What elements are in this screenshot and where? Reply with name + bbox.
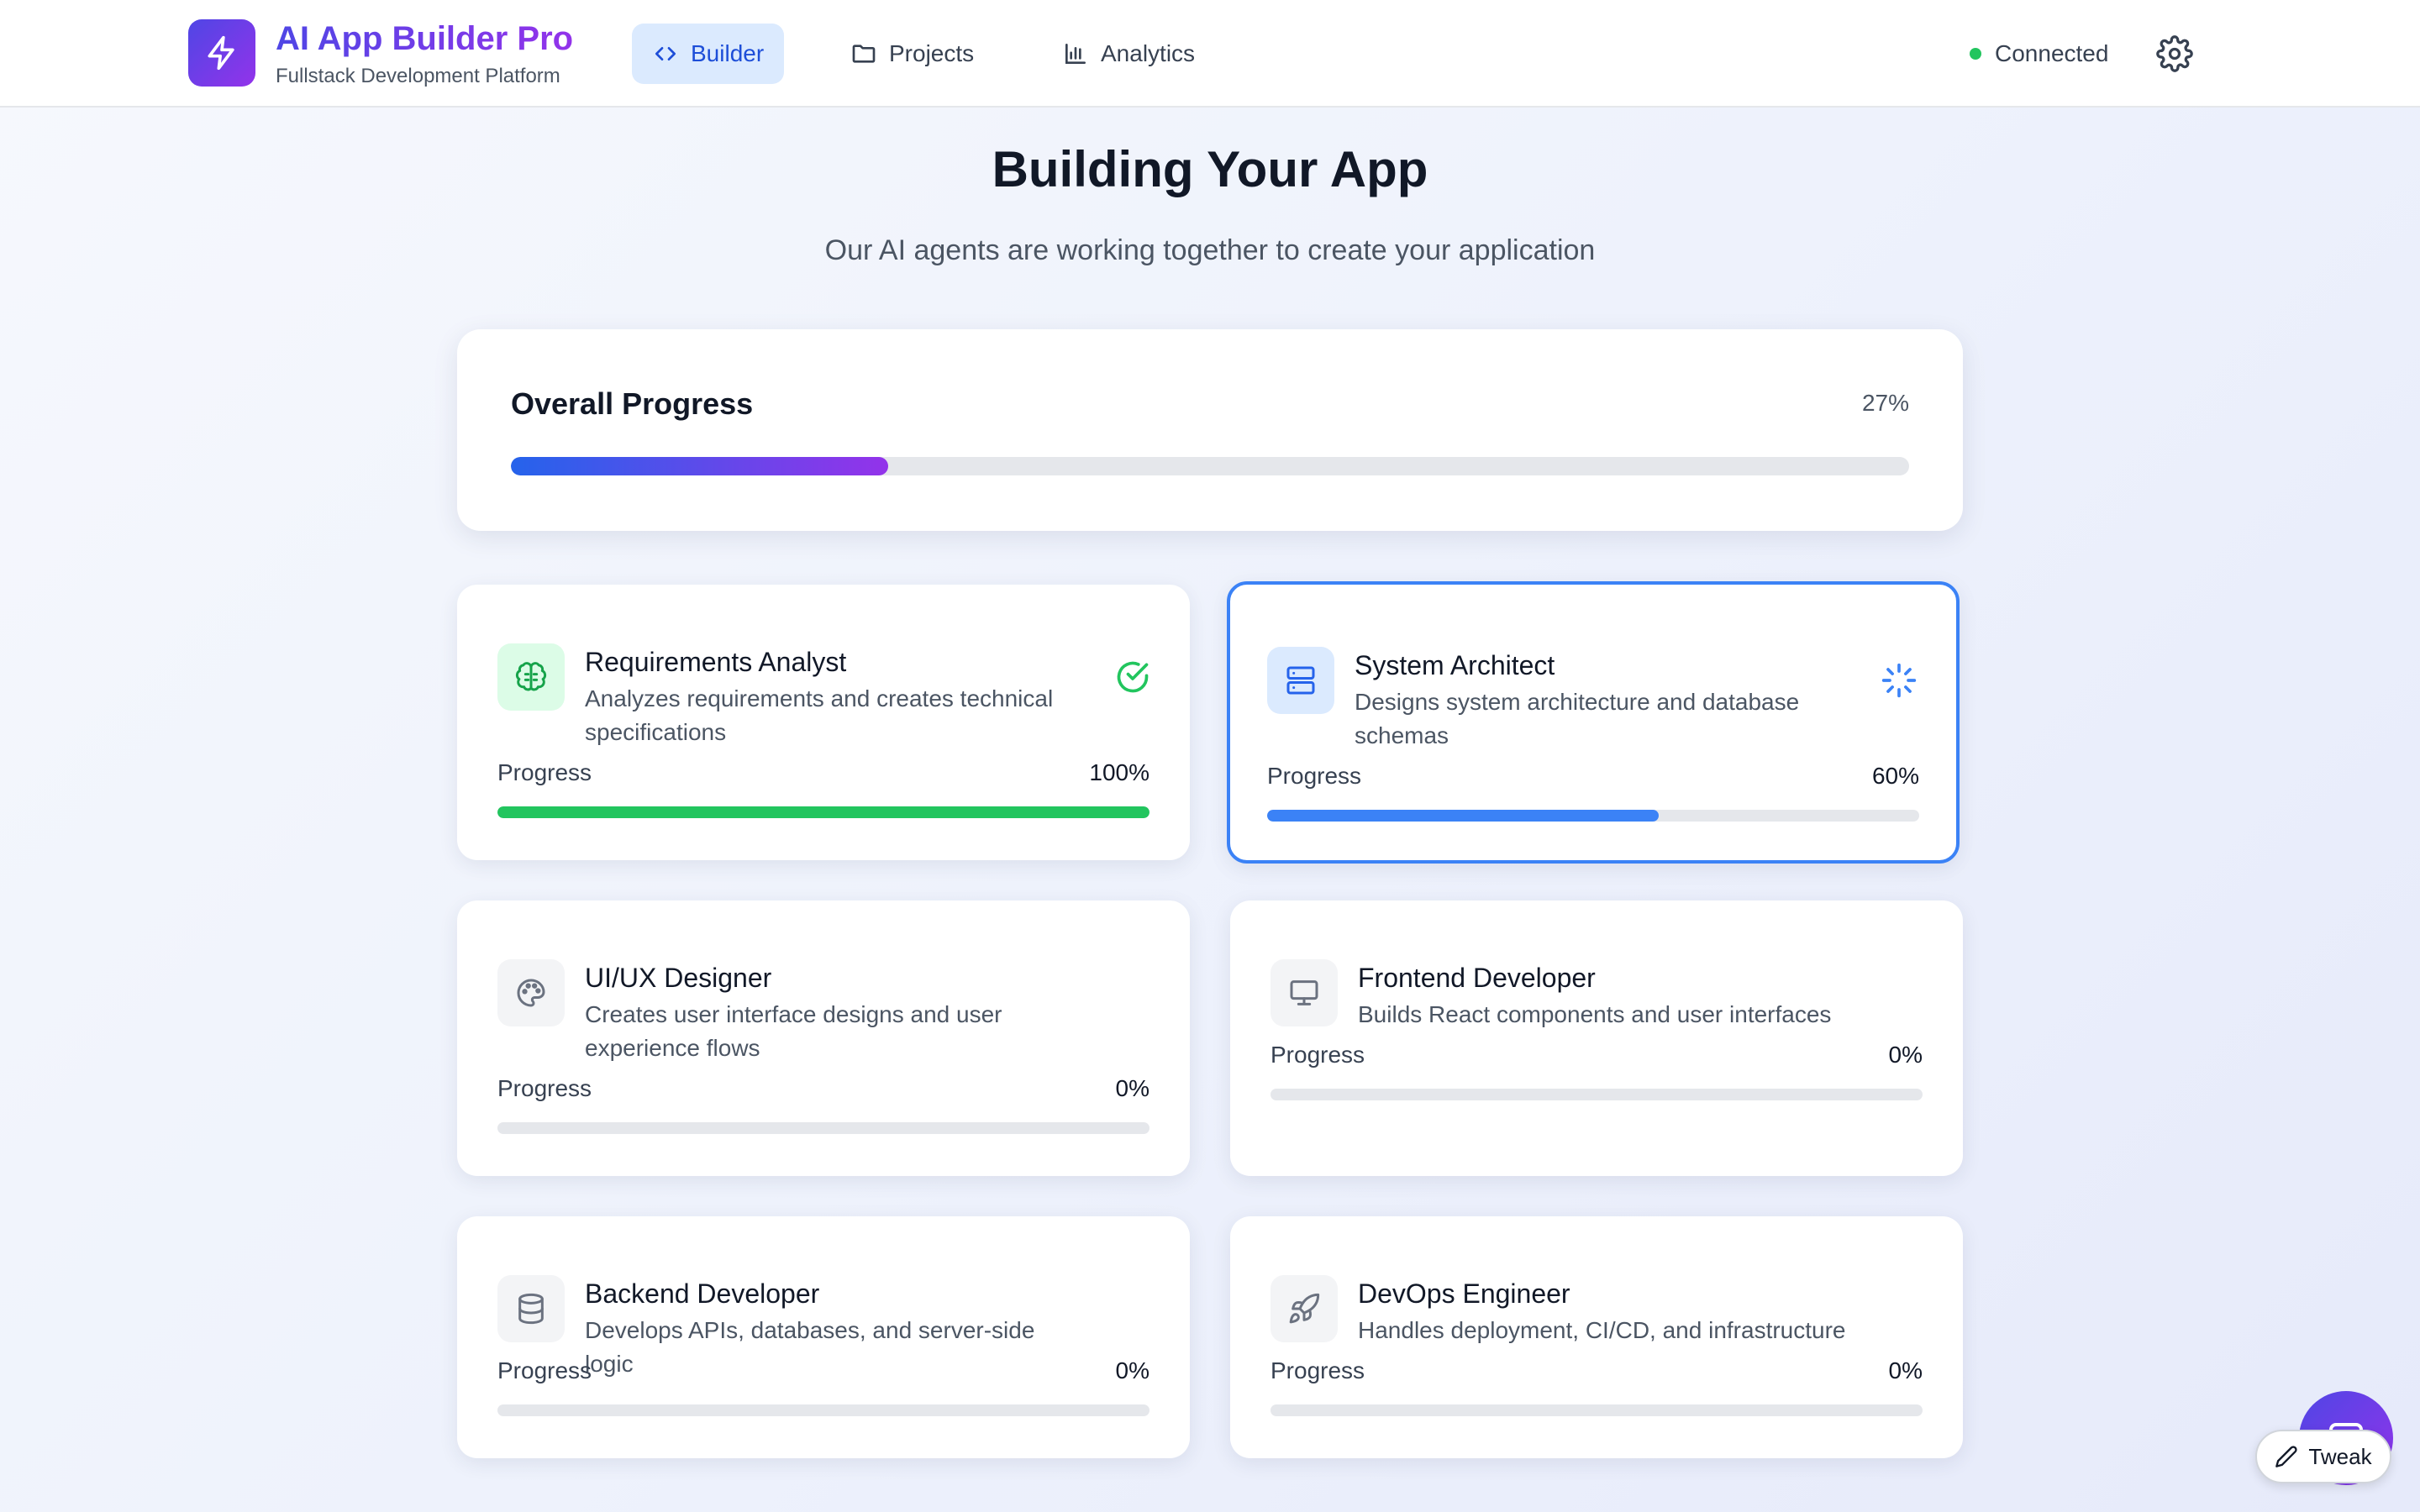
spinner-icon bbox=[1881, 663, 1917, 698]
page-subtitle: Our AI agents are working together to cr… bbox=[824, 234, 1596, 266]
progress-track bbox=[1270, 1089, 1923, 1100]
progress-label: Progress bbox=[1270, 1357, 1365, 1383]
progress-label: Progress bbox=[1270, 1042, 1365, 1068]
rocket-icon bbox=[1289, 1293, 1320, 1324]
overall-progress-track bbox=[511, 457, 1909, 475]
agent-name: System Architect bbox=[1355, 650, 1555, 680]
agent-card-system-architect[interactable]: System Architect Designs system architec… bbox=[1227, 581, 1960, 864]
agent-description: Analyzes requirements and creates techni… bbox=[585, 685, 1054, 745]
agent-icon-tile bbox=[1270, 1275, 1338, 1342]
progress-label: Progress bbox=[497, 1357, 592, 1383]
folder-icon bbox=[852, 45, 876, 63]
server-icon bbox=[1286, 666, 1315, 695]
agent-card-frontend-developer[interactable]: Frontend Developer Builds React componen… bbox=[1230, 900, 1963, 1176]
progress-fill bbox=[497, 806, 1150, 818]
progress-value: 60% bbox=[1871, 763, 1919, 789]
agent-name: Frontend Developer bbox=[1358, 963, 1596, 993]
connection-status: Connected bbox=[1970, 35, 2108, 72]
pencil-icon bbox=[2275, 1446, 2298, 1467]
agent-icon-tile bbox=[497, 643, 565, 711]
agent-icon-tile bbox=[1270, 959, 1338, 1026]
progress-track bbox=[1270, 1404, 1923, 1416]
overall-progress-fill bbox=[511, 457, 889, 475]
progress-track bbox=[497, 806, 1150, 818]
agent-description: Handles deployment, CI/CD, and infrastru… bbox=[1358, 1317, 1846, 1343]
overall-progress-card: Overall Progress 27% bbox=[457, 329, 1963, 531]
progress-label: Progress bbox=[497, 759, 592, 785]
tweak-label: Tweak bbox=[2308, 1443, 2372, 1469]
progress-label: Progress bbox=[1267, 763, 1362, 789]
progress-value: 100% bbox=[1089, 759, 1150, 785]
brain-icon bbox=[515, 662, 547, 691]
gear-icon[interactable] bbox=[2156, 35, 2193, 72]
status-label: Connected bbox=[1995, 40, 2109, 66]
agent-description: Creates user interface designs and user … bbox=[585, 1001, 1002, 1061]
agent-card-ui-ux-designer[interactable]: UI/UX Designer Creates user interface de… bbox=[457, 900, 1190, 1176]
agent-icon-tile bbox=[497, 959, 565, 1026]
nav-builder-label: Builder bbox=[691, 40, 765, 66]
agent-name: Backend Developer bbox=[585, 1278, 820, 1309]
progress-label: Progress bbox=[497, 1075, 592, 1101]
monitor-icon bbox=[1290, 980, 1318, 1005]
nav-projects-label: Projects bbox=[889, 40, 975, 66]
agent-card-backend-developer[interactable]: Backend Developer Develops APIs, databas… bbox=[457, 1216, 1190, 1458]
agent-name: UI/UX Designer bbox=[585, 963, 772, 993]
progress-value: 0% bbox=[1888, 1042, 1923, 1068]
progress-fill bbox=[1267, 810, 1659, 822]
agent-description: Develops APIs, databases, and server-sid… bbox=[585, 1317, 1035, 1377]
nav-projects[interactable]: Projects bbox=[830, 24, 994, 84]
agent-name: DevOps Engineer bbox=[1358, 1278, 1570, 1309]
progress-track bbox=[497, 1404, 1150, 1416]
progress-value: 0% bbox=[1888, 1357, 1923, 1383]
agent-icon-tile bbox=[1267, 647, 1334, 714]
agent-card-requirements-analyst[interactable]: Requirements Analyst Analyzes requiremen… bbox=[457, 585, 1190, 860]
status-dot bbox=[1970, 48, 1981, 60]
progress-value: 0% bbox=[1115, 1075, 1150, 1101]
agent-name: Requirements Analyst bbox=[585, 647, 847, 677]
bar-chart-icon bbox=[1065, 44, 1086, 64]
agent-description: Builds React components and user interfa… bbox=[1358, 1001, 1832, 1027]
overall-progress-label: Overall Progress bbox=[511, 386, 754, 421]
progress-value: 0% bbox=[1115, 1357, 1150, 1383]
page-title: Building Your App bbox=[992, 141, 1428, 197]
check-circle-icon bbox=[1117, 661, 1149, 693]
agent-card-devops-engineer[interactable]: DevOps Engineer Handles deployment, CI/C… bbox=[1230, 1216, 1963, 1458]
palette-icon bbox=[517, 979, 545, 1007]
app-subtitle: Fullstack Development Platform bbox=[276, 65, 560, 87]
nav-analytics-label: Analytics bbox=[1101, 40, 1196, 66]
progress-track bbox=[497, 1122, 1150, 1134]
top-bar: AI App Builder Pro Fullstack Development… bbox=[0, 0, 2420, 108]
overall-progress-percent: 27% bbox=[1861, 390, 1909, 416]
progress-track bbox=[1267, 810, 1919, 822]
nav-builder[interactable]: Builder bbox=[632, 24, 785, 84]
code-icon bbox=[655, 46, 676, 60]
nav-analytics[interactable]: Analytics bbox=[1042, 24, 1215, 84]
database-icon bbox=[518, 1293, 544, 1325]
tweak-button[interactable]: Tweak bbox=[2255, 1430, 2391, 1483]
app-logo[interactable] bbox=[188, 19, 255, 87]
lightning-bolt-icon bbox=[208, 35, 234, 71]
agent-description: Designs system architecture and database… bbox=[1355, 689, 1800, 748]
app-title: AI App Builder Pro bbox=[276, 20, 574, 57]
agent-icon-tile bbox=[497, 1275, 565, 1342]
